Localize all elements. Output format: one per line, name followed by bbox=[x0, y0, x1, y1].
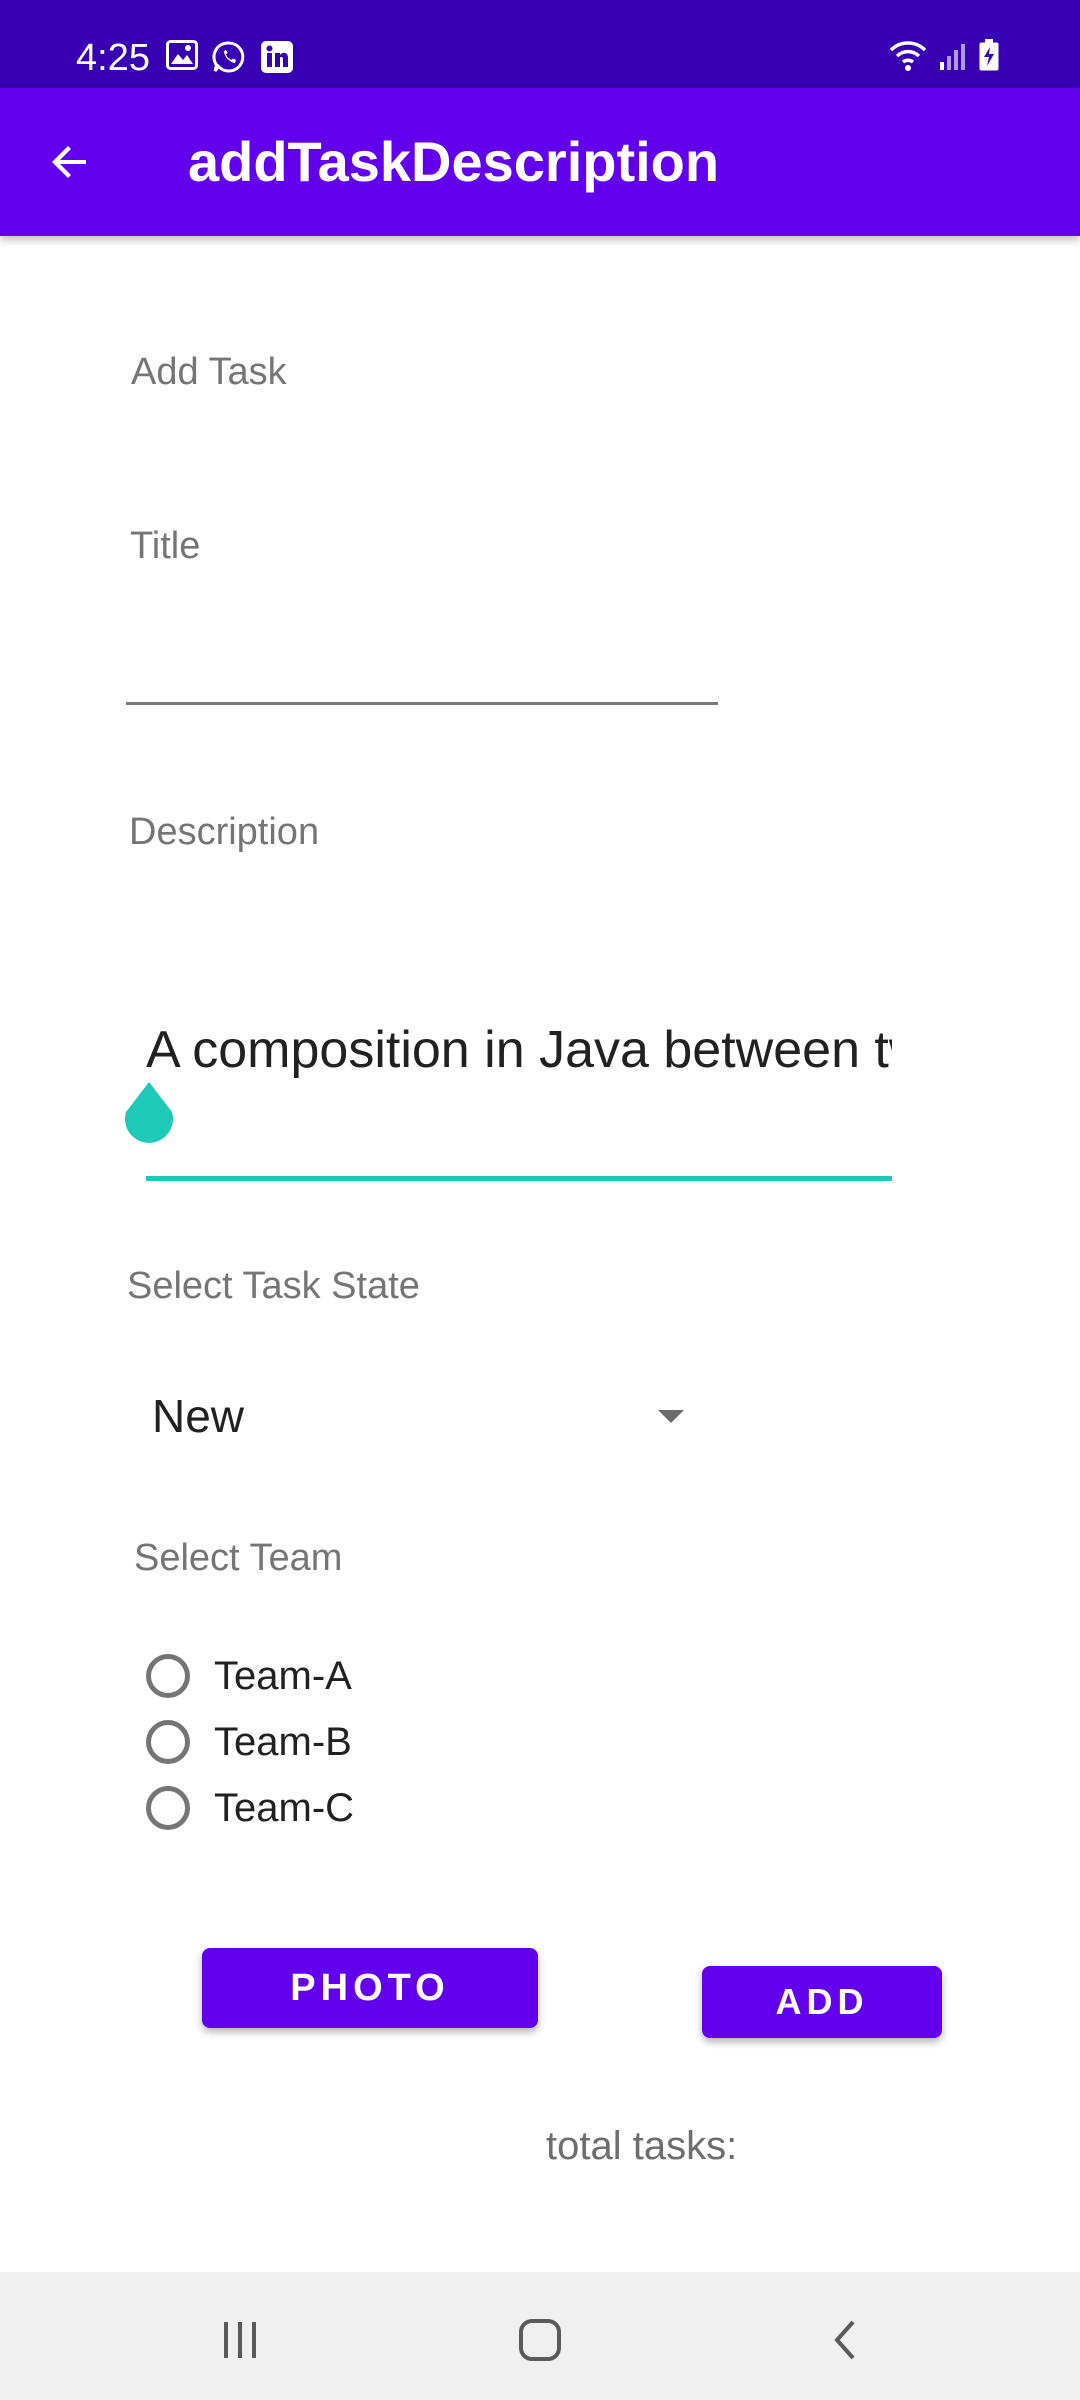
title-label: Title bbox=[130, 525, 201, 567]
radio-circle-icon bbox=[146, 1654, 190, 1698]
status-time: 4:25 bbox=[76, 37, 150, 79]
radio-label: Team-A bbox=[214, 1654, 352, 1698]
back-button[interactable] bbox=[40, 132, 100, 192]
radio-label: Team-C bbox=[214, 1786, 355, 1830]
app-title: addTaskDescription bbox=[188, 130, 720, 193]
description-underline bbox=[146, 1176, 892, 1181]
title-underline bbox=[126, 702, 718, 705]
description-label: Description bbox=[129, 811, 320, 853]
recents-button[interactable] bbox=[200, 2300, 280, 2380]
linkedin-icon bbox=[260, 40, 294, 79]
image-icon bbox=[166, 40, 198, 79]
navigation-bar bbox=[0, 2272, 1080, 2400]
radio-circle-icon bbox=[146, 1786, 190, 1830]
radio-team-a[interactable]: Team-A bbox=[146, 1646, 352, 1706]
text-cursor-handle-icon[interactable] bbox=[120, 1080, 178, 1144]
total-tasks-label: total tasks: bbox=[546, 2124, 738, 2168]
description-input[interactable]: A composition in Java between two classe… bbox=[146, 1010, 892, 1090]
arrow-back-icon bbox=[52, 146, 86, 178]
whatsapp-icon bbox=[212, 40, 246, 79]
app-bar: addTaskDescription bbox=[0, 88, 1080, 236]
home-button[interactable] bbox=[500, 2300, 580, 2380]
add-task-heading: Add Task bbox=[131, 351, 287, 393]
status-left-icons bbox=[166, 40, 294, 79]
back-nav-button[interactable] bbox=[804, 2300, 884, 2380]
signal-icon bbox=[938, 42, 968, 77]
title-input[interactable] bbox=[126, 600, 722, 698]
dropdown-arrow-icon bbox=[658, 1410, 684, 1423]
radio-label: Team-B bbox=[214, 1720, 352, 1764]
status-bar: 4:25 bbox=[0, 0, 1080, 88]
recents-icon bbox=[224, 2322, 256, 2358]
photo-button[interactable]: PHOTO bbox=[202, 1948, 538, 2028]
task-state-label: Select Task State bbox=[127, 1265, 420, 1307]
home-icon bbox=[519, 2319, 561, 2361]
task-state-spinner[interactable]: New bbox=[126, 1370, 706, 1460]
radio-team-c[interactable]: Team-C bbox=[146, 1778, 354, 1838]
status-right-icons bbox=[888, 38, 1000, 77]
wifi-icon bbox=[888, 38, 928, 77]
battery-charging-icon bbox=[978, 38, 1000, 77]
team-label: Select Team bbox=[134, 1537, 343, 1579]
add-button[interactable]: ADD bbox=[702, 1966, 942, 2038]
back-icon bbox=[834, 2320, 855, 2360]
radio-circle-icon bbox=[146, 1720, 190, 1764]
radio-team-b[interactable]: Team-B bbox=[146, 1712, 352, 1772]
task-state-value: New bbox=[152, 1390, 245, 1442]
